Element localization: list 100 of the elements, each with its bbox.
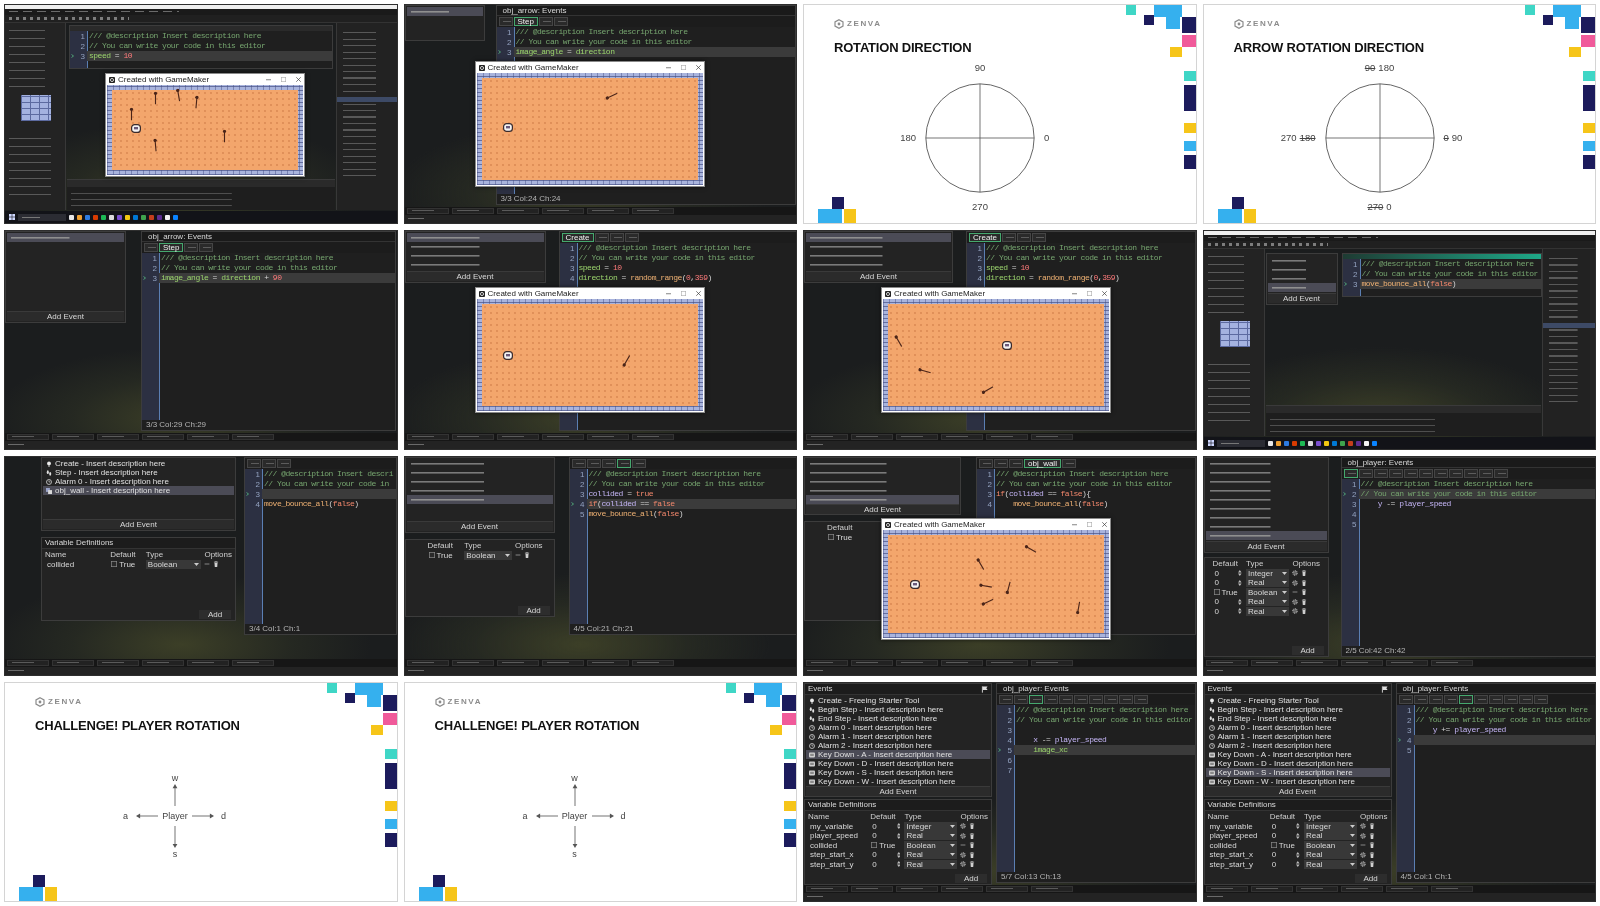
- trash-icon[interactable]: [1301, 570, 1308, 577]
- maximize-icon[interactable]: [680, 65, 686, 70]
- editor-tab[interactable]: [1473, 695, 1488, 704]
- editor-tab[interactable]: [1493, 469, 1508, 478]
- spinner-icon[interactable]: [1238, 598, 1242, 605]
- add-variable-button[interactable]: Add: [199, 610, 231, 619]
- event-item[interactable]: [806, 233, 951, 242]
- panel-tab[interactable]: [187, 434, 229, 440]
- panel-tab[interactable]: [896, 886, 938, 892]
- panel-tab[interactable]: [1385, 886, 1428, 892]
- panel-tab[interactable]: [586, 660, 629, 666]
- type-dropdown[interactable]: Integer: [1246, 568, 1290, 578]
- default-value-field[interactable]: 0: [870, 850, 902, 860]
- panel-tab[interactable]: [1250, 660, 1293, 666]
- trash-icon[interactable]: [1368, 842, 1375, 849]
- checkbox-icon[interactable]: [428, 552, 435, 559]
- event-item[interactable]: [1267, 283, 1336, 292]
- panel-tab[interactable]: [142, 434, 184, 440]
- panel-tab[interactable]: [631, 434, 674, 440]
- type-dropdown[interactable]: Real: [904, 831, 958, 841]
- default-value-field[interactable]: 0: [870, 859, 902, 869]
- panel-tab[interactable]: [541, 660, 584, 666]
- add-event-button[interactable]: Add Event: [406, 271, 544, 281]
- panel-tab[interactable]: [541, 208, 584, 214]
- close-icon[interactable]: [1102, 522, 1107, 527]
- panel-tab[interactable]: [986, 660, 1028, 666]
- close-icon[interactable]: [296, 77, 301, 82]
- add-event-button[interactable]: Add Event: [1205, 786, 1390, 796]
- maximize-icon[interactable]: [680, 291, 686, 296]
- spinner-icon[interactable]: [896, 832, 901, 839]
- editor-tab[interactable]: [1443, 695, 1458, 704]
- event-item[interactable]: Begin Step - Insert description here: [1205, 705, 1390, 714]
- panel-tab[interactable]: [496, 208, 539, 214]
- editor-tab[interactable]: [1358, 469, 1373, 478]
- checkbox-icon[interactable]: [111, 561, 118, 568]
- spinner-icon[interactable]: [1296, 832, 1300, 839]
- panel-tab[interactable]: [541, 434, 584, 440]
- editor-tab[interactable]: [553, 17, 568, 26]
- spinner-icon[interactable]: [1238, 570, 1242, 577]
- spinner-icon[interactable]: [896, 823, 901, 830]
- type-dropdown[interactable]: Boolean: [904, 840, 958, 850]
- spinner-icon[interactable]: [896, 851, 901, 858]
- minimize-icon[interactable]: [266, 77, 271, 82]
- default-checkbox[interactable]: True: [1269, 840, 1301, 850]
- panel-tab[interactable]: [406, 208, 449, 214]
- panel-tab[interactable]: [52, 660, 94, 666]
- minimize-icon[interactable]: [665, 65, 671, 70]
- default-value-field[interactable]: 0: [1269, 831, 1301, 841]
- event-item[interactable]: Key Down - S - Insert description here: [806, 768, 990, 777]
- panel-tab[interactable]: [941, 886, 983, 892]
- type-dropdown[interactable]: Real: [1246, 578, 1290, 588]
- editor-tab[interactable]: [571, 459, 586, 468]
- panel-tab[interactable]: [232, 660, 274, 666]
- panel-tab[interactable]: [986, 886, 1028, 892]
- menu-bar[interactable]: [1203, 235, 1595, 241]
- panel-tab[interactable]: [586, 434, 629, 440]
- editor-tab[interactable]: Create: [969, 233, 1001, 242]
- event-item[interactable]: obj_wall - Insert description here: [43, 486, 234, 495]
- panel-tab[interactable]: [896, 660, 938, 666]
- trash-icon[interactable]: [1301, 598, 1308, 605]
- trash-icon[interactable]: [1368, 851, 1375, 858]
- panel-tab[interactable]: [941, 660, 983, 666]
- toolbar[interactable]: [1203, 241, 1595, 249]
- panel-tab[interactable]: [1031, 434, 1073, 440]
- event-item[interactable]: Alarm 0 - Insert description here: [1205, 723, 1390, 732]
- event-item[interactable]: Create - Freeing Starter Tool: [1205, 696, 1390, 705]
- panel-tab[interactable]: [496, 660, 539, 666]
- event-item[interactable]: [806, 495, 959, 504]
- event-item[interactable]: End Step - Insert description here: [806, 714, 990, 723]
- event-item[interactable]: Alarm 0 - Insert description here: [43, 477, 234, 486]
- trash-icon[interactable]: [969, 823, 976, 830]
- default-value-field[interactable]: 0: [870, 831, 902, 841]
- maximize-icon[interactable]: [1087, 291, 1092, 296]
- panel-tab[interactable]: [52, 434, 94, 440]
- trash-icon[interactable]: [1301, 589, 1308, 596]
- editor-tab[interactable]: [594, 233, 609, 242]
- default-value-field[interactable]: 0: [870, 821, 902, 831]
- panel-tab[interactable]: [806, 886, 848, 892]
- panel-tab[interactable]: [896, 434, 938, 440]
- trash-icon[interactable]: [1368, 861, 1375, 868]
- type-dropdown[interactable]: Integer: [1303, 821, 1357, 831]
- maximize-icon[interactable]: [281, 77, 286, 82]
- event-item[interactable]: Create - Insert description here: [43, 459, 234, 468]
- editor-tab[interactable]: Step: [513, 17, 538, 26]
- panel-tab[interactable]: [7, 434, 49, 440]
- default-value-field[interactable]: 0: [1269, 859, 1301, 869]
- panel-tab[interactable]: [1295, 886, 1338, 892]
- default-checkbox[interactable]: True: [870, 840, 902, 850]
- event-item[interactable]: Alarm 1 - Insert description here: [1205, 732, 1390, 741]
- event-item[interactable]: Create - Freeing Starter Tool: [806, 696, 990, 705]
- type-dropdown[interactable]: Real: [1303, 850, 1357, 860]
- trash-icon[interactable]: [969, 832, 976, 839]
- panel-tab[interactable]: [851, 886, 893, 892]
- checkbox-icon[interactable]: [1213, 589, 1220, 596]
- event-item[interactable]: Alarm 0 - Insert description here: [806, 723, 990, 732]
- type-dropdown[interactable]: Real: [1246, 597, 1290, 607]
- panel-tab[interactable]: [496, 434, 539, 440]
- add-event-button[interactable]: Add Event: [406, 521, 553, 531]
- editor-tab[interactable]: obj_wall: [1024, 459, 1061, 468]
- minimize-icon[interactable]: [665, 291, 671, 296]
